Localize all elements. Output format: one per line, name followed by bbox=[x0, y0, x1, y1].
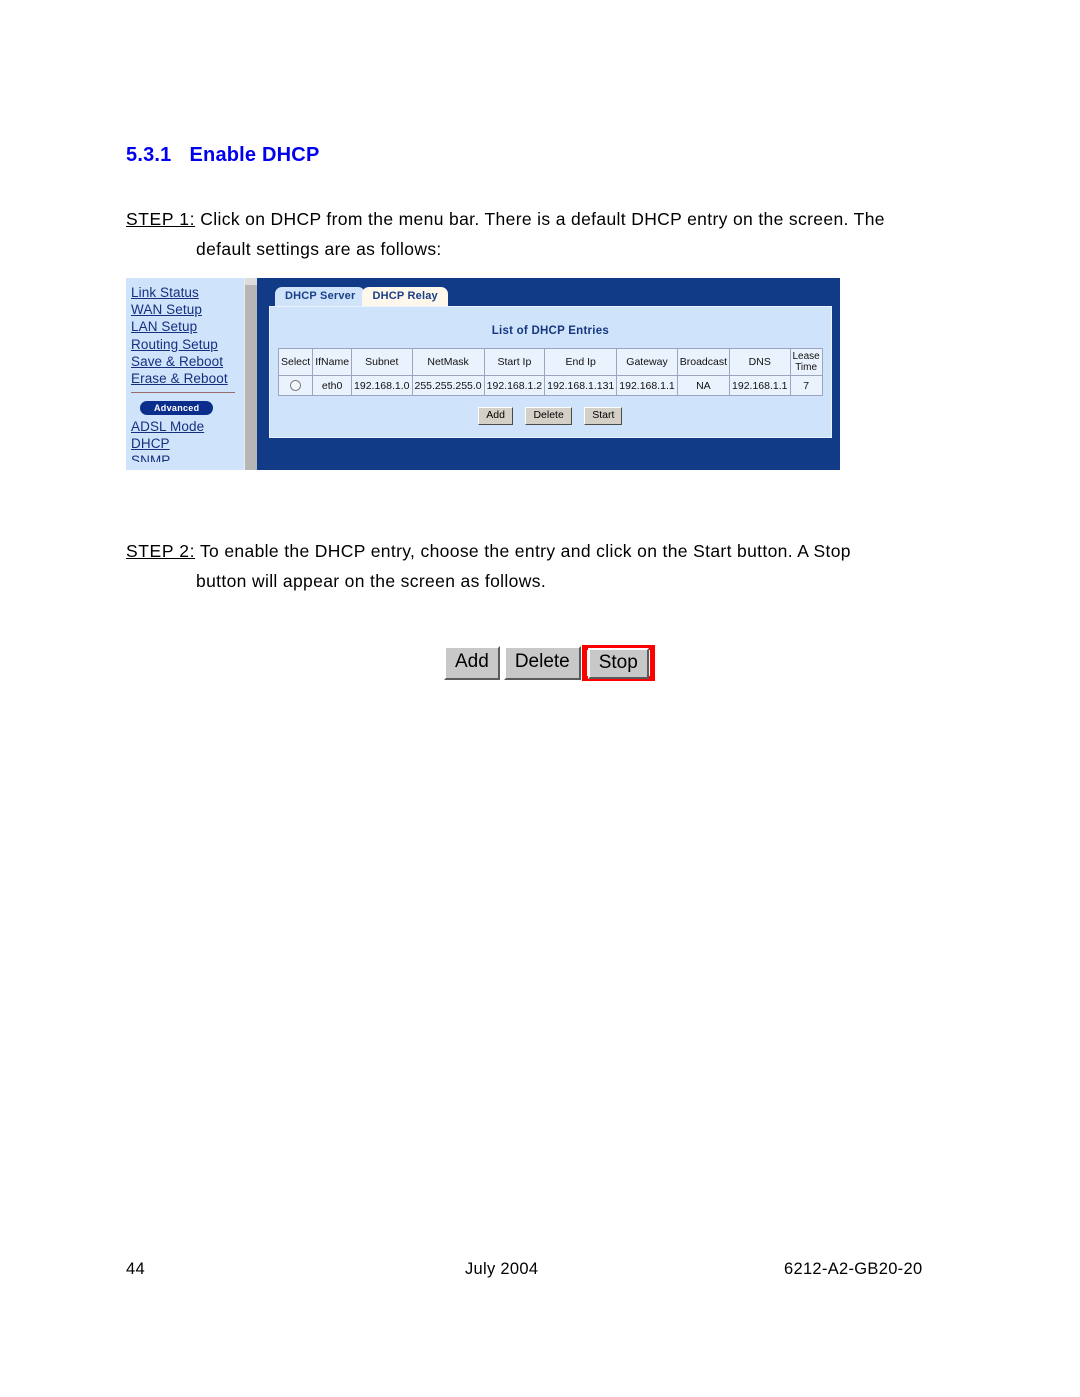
cell-ifname: eth0 bbox=[312, 375, 353, 396]
sidebar-item-adsl-mode[interactable]: ADSL Mode bbox=[131, 418, 244, 435]
start-button[interactable]: Start bbox=[584, 407, 623, 425]
footer-page-number: 44 bbox=[126, 1260, 145, 1278]
lease-header-line-1: Lease bbox=[792, 351, 820, 362]
step-2-paragraph: STEP 2: To enable the DHCP entry, choose… bbox=[126, 536, 988, 596]
cell-subnet: 192.168.1.0 bbox=[351, 375, 413, 396]
delete-button[interactable]: Delete bbox=[525, 407, 572, 425]
sidebar-item-dhcp[interactable]: DHCP bbox=[131, 435, 244, 452]
column-header-broadcast: Broadcast bbox=[676, 348, 731, 376]
cell-broadcast: NA bbox=[676, 375, 731, 396]
cell-dns: 192.168.1.1 bbox=[729, 375, 791, 396]
table-header-row: Select IfName Subnet NetMask Start Ip En… bbox=[277, 348, 823, 376]
sidebar-item-routing-setup[interactable]: Routing Setup bbox=[131, 336, 244, 353]
sidebar-scrollbar[interactable] bbox=[244, 278, 257, 470]
radio-button-icon[interactable] bbox=[290, 380, 302, 392]
stop-button-figure: Add Delete Stop bbox=[444, 645, 655, 681]
table-row: eth0 192.168.1.0 255.255.255.0 192.168.1… bbox=[277, 375, 823, 396]
step-2-label: STEP 2: bbox=[126, 541, 196, 561]
sidebar-item-wan-setup[interactable]: WAN Setup bbox=[131, 301, 244, 318]
step-1-paragraph: STEP 1: Click on DHCP from the menu bar.… bbox=[126, 204, 988, 264]
sidebar-divider bbox=[131, 392, 235, 394]
figure-add-button[interactable]: Add bbox=[444, 646, 500, 680]
figure-delete-button[interactable]: Delete bbox=[503, 646, 581, 680]
tab-bar: DHCP Server DHCP Relay bbox=[275, 286, 832, 306]
cell-lease-time: 7 bbox=[789, 375, 823, 396]
add-button[interactable]: Add bbox=[478, 407, 513, 425]
cell-netmask: 255.255.255.0 bbox=[411, 375, 485, 396]
column-header-select: Select bbox=[277, 348, 314, 376]
section-number: 5.3.1 bbox=[126, 144, 172, 166]
tab-dhcp-relay[interactable]: DHCP Relay bbox=[362, 287, 448, 306]
sidebar-item-lan-setup[interactable]: LAN Setup bbox=[131, 318, 244, 335]
panel-title: List of DHCP Entries bbox=[491, 325, 609, 337]
sidebar-item-link-status[interactable]: Link Status bbox=[131, 284, 244, 301]
lease-header-line-2: Time bbox=[795, 362, 818, 373]
stop-button-highlight-box: Stop bbox=[581, 645, 655, 681]
sidebar-clipped-region: SNMP bbox=[131, 453, 244, 462]
dhcp-server-panel: List of DHCP Entries Select IfName Subne… bbox=[269, 306, 832, 438]
page-title: 5.3.1 Enable DHCP bbox=[126, 144, 320, 167]
router-sidebar: Link Status WAN Setup LAN Setup Routing … bbox=[126, 278, 244, 470]
column-header-dns: DNS bbox=[729, 348, 791, 376]
column-header-gateway: Gateway bbox=[616, 348, 678, 376]
step-1-line1: Click on DHCP from the menu bar. There i… bbox=[195, 209, 885, 229]
step-2-line2: button will appear on the screen as foll… bbox=[196, 571, 547, 591]
cell-start-ip: 192.168.1.2 bbox=[483, 375, 546, 396]
cell-select[interactable] bbox=[277, 375, 314, 396]
sidebar-item-snmp[interactable]: SNMP bbox=[131, 453, 244, 462]
column-header-lease-time: Lease Time bbox=[789, 348, 823, 376]
sidebar-item-erase-reboot[interactable]: Erase & Reboot bbox=[131, 370, 244, 387]
figure-stop-button[interactable]: Stop bbox=[587, 648, 649, 679]
section-title: Enable DHCP bbox=[189, 144, 320, 166]
column-header-subnet: Subnet bbox=[351, 348, 413, 376]
cell-gateway: 192.168.1.1 bbox=[616, 375, 678, 396]
sidebar-item-save-reboot[interactable]: Save & Reboot bbox=[131, 353, 244, 370]
router-content-area: DHCP Server DHCP Relay List of DHCP Entr… bbox=[257, 278, 840, 470]
advanced-section-badge: Advanced bbox=[140, 401, 214, 416]
column-header-end-ip: End Ip bbox=[544, 348, 618, 376]
column-header-start-ip: Start Ip bbox=[483, 348, 546, 376]
column-header-netmask: NetMask bbox=[411, 348, 485, 376]
footer-document-id: 6212-A2-GB20-20 bbox=[784, 1260, 923, 1278]
column-header-ifname: IfName bbox=[312, 348, 353, 376]
step-2-line1: To enable the DHCP entry, choose the ent… bbox=[195, 541, 851, 561]
scrollbar-thumb[interactable] bbox=[245, 278, 257, 285]
router-screenshot-figure: Link Status WAN Setup LAN Setup Routing … bbox=[126, 278, 840, 470]
footer-date: July 2004 bbox=[465, 1260, 539, 1278]
step-1-label: STEP 1: bbox=[126, 209, 196, 229]
dhcp-entries-table: Select IfName Subnet NetMask Start Ip En… bbox=[277, 348, 823, 396]
panel-button-row: Add Delete Start bbox=[278, 405, 823, 425]
cell-end-ip: 192.168.1.131 bbox=[544, 375, 618, 396]
step-1-line2: default settings are as follows: bbox=[196, 239, 442, 259]
tab-dhcp-server[interactable]: DHCP Server bbox=[275, 287, 366, 306]
